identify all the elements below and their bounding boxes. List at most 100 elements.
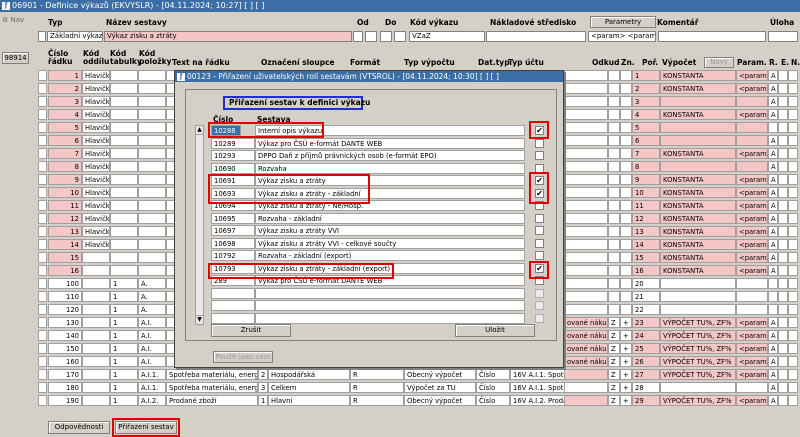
grid-cell-odk[interactable]: [564, 252, 608, 263]
grid-cell-odk[interactable]: ované nákup: [564, 330, 608, 341]
grid-cell-d[interactable]: [138, 200, 166, 211]
grid-cell-a[interactable]: Hlavička: [82, 122, 110, 133]
grid-cell-b[interactable]: [110, 187, 138, 198]
grid-cell-odk[interactable]: [564, 109, 608, 120]
grid-cell-b[interactable]: 1: [110, 395, 138, 406]
grid-cell-nn[interactable]: [788, 343, 798, 354]
grid-cell-o[interactable]: Celkem: [268, 382, 350, 393]
grid-cell-d[interactable]: [138, 226, 166, 237]
grid-cell-e[interactable]: [778, 213, 788, 224]
assign-checkbox[interactable]: [535, 288, 544, 298]
grid-cell-odk[interactable]: ované nákup: [564, 343, 608, 354]
grid-cell-por[interactable]: 23: [632, 317, 660, 328]
grid-cell-d[interactable]: A.I.1.: [138, 382, 166, 393]
grid-cell-por[interactable]: 25: [632, 343, 660, 354]
grid-cell-c[interactable]: 190: [48, 395, 82, 406]
row-selector[interactable]: [38, 369, 47, 380]
grid-cell-odk[interactable]: [564, 369, 608, 380]
grid-cell-zn[interactable]: [608, 265, 620, 276]
grid-cell-c[interactable]: 11: [48, 200, 82, 211]
grid-cell-par[interactable]: <param>: [736, 226, 768, 237]
grid-cell-zn[interactable]: [608, 291, 620, 302]
grid-cell-pl[interactable]: [620, 226, 632, 237]
grid-cell-zn[interactable]: [608, 252, 620, 263]
grid-cell-r[interactable]: A: [768, 96, 778, 107]
grid-cell-r[interactable]: A: [768, 239, 778, 250]
grid-cell-zn[interactable]: [608, 109, 620, 120]
report-name[interactable]: [255, 300, 525, 311]
typ-field[interactable]: Základní výkaz: [47, 31, 103, 42]
grid-cell-vyp[interactable]: VÝPOČET TU%, ZF%: [660, 317, 736, 328]
grid-cell-odk[interactable]: [564, 239, 608, 250]
grid-cell-nn[interactable]: [788, 70, 798, 81]
grid-cell-vyp[interactable]: [660, 122, 736, 133]
grid-cell-par[interactable]: <param>: [736, 148, 768, 159]
grid-cell-pl[interactable]: [620, 239, 632, 250]
grid-cell-d[interactable]: [138, 174, 166, 185]
grid-cell-nn[interactable]: [788, 109, 798, 120]
grid-cell-vyp[interactable]: VÝPOČET TU%, ZF%: [660, 395, 736, 406]
grid-cell-d[interactable]: A.: [138, 278, 166, 289]
row-selector[interactable]: [38, 135, 47, 146]
grid-cell-a[interactable]: [82, 395, 110, 406]
grid-cell-pl[interactable]: [620, 70, 632, 81]
grid-cell-par[interactable]: <param>: [736, 109, 768, 120]
grid-cell-b[interactable]: [110, 239, 138, 250]
scroll-up-icon[interactable]: ▲: [196, 126, 203, 135]
grid-cell-e[interactable]: [778, 343, 788, 354]
report-number[interactable]: [211, 300, 255, 311]
grid-cell-zn[interactable]: [608, 187, 620, 198]
grid-cell-zn[interactable]: [608, 161, 620, 172]
grid-cell-nn[interactable]: [788, 161, 798, 172]
grid-cell-odk[interactable]: [564, 83, 608, 94]
report-name[interactable]: Rozvaha - základní (export): [255, 250, 525, 261]
grid-cell-e[interactable]: [778, 122, 788, 133]
grid-cell-vyp[interactable]: VÝPOČET TU%, ZF%: [660, 356, 736, 367]
grid-cell-e[interactable]: [778, 330, 788, 341]
grid-cell-nn[interactable]: [788, 226, 798, 237]
grid-cell-e[interactable]: [778, 382, 788, 393]
grid-cell-r[interactable]: A: [768, 109, 778, 120]
grid-cell-e[interactable]: [778, 278, 788, 289]
param-field[interactable]: <param> <paramet: [588, 31, 656, 42]
grid-cell-f[interactable]: R: [350, 382, 404, 393]
grid-cell-por[interactable]: 22: [632, 304, 660, 315]
nav-button[interactable]: ⚙ Nav: [2, 16, 28, 28]
grid-cell-d[interactable]: A.I.: [138, 330, 166, 341]
report-name[interactable]: Výkaz zisku a ztráty VVI - celkové součt…: [255, 237, 525, 249]
grid-cell-nn[interactable]: [788, 395, 798, 406]
grid-cell-odk[interactable]: [564, 304, 608, 315]
grid-cell-pl[interactable]: +: [620, 395, 632, 406]
grid-cell-f[interactable]: R: [350, 369, 404, 380]
grid-cell-r[interactable]: A: [768, 395, 778, 406]
grid-cell-c[interactable]: 6: [48, 135, 82, 146]
grid-cell-a[interactable]: Hlavička: [82, 187, 110, 198]
grid-cell-pl[interactable]: +: [620, 382, 632, 393]
assign-checkbox[interactable]: [535, 151, 544, 160]
report-name[interactable]: Rozvaha: [255, 162, 525, 174]
grid-cell-nn[interactable]: [788, 122, 798, 133]
grid-cell-a[interactable]: Hlavička: [82, 83, 110, 94]
row-selector[interactable]: [38, 382, 47, 393]
uloha-field[interactable]: [768, 31, 798, 42]
row-selector[interactable]: [38, 356, 47, 367]
row-selector[interactable]: [38, 239, 47, 250]
grid-cell-r[interactable]: A: [768, 213, 778, 224]
grid-cell-b[interactable]: 1: [110, 382, 138, 393]
grid-cell-par[interactable]: [736, 278, 768, 289]
grid-cell-nn[interactable]: [788, 369, 798, 380]
grid-cell-par[interactable]: <param>: [736, 174, 768, 185]
grid-cell-por[interactable]: 9: [632, 174, 660, 185]
assign-checkbox[interactable]: [535, 201, 544, 210]
grid-cell-zn[interactable]: [608, 96, 620, 107]
grid-cell-nn[interactable]: [788, 265, 798, 276]
grid-cell-par[interactable]: <param>: [736, 395, 768, 406]
grid-cell-r[interactable]: [768, 291, 778, 302]
grid-cell-pl[interactable]: [620, 96, 632, 107]
grid-cell-r[interactable]: A: [768, 200, 778, 211]
grid-cell-c[interactable]: 180: [48, 382, 82, 393]
grid-cell-a[interactable]: [82, 382, 110, 393]
grid-cell-por[interactable]: 7: [632, 148, 660, 159]
grid-cell-par[interactable]: <param>: [736, 239, 768, 250]
grid-cell-a[interactable]: Hlavička: [82, 70, 110, 81]
